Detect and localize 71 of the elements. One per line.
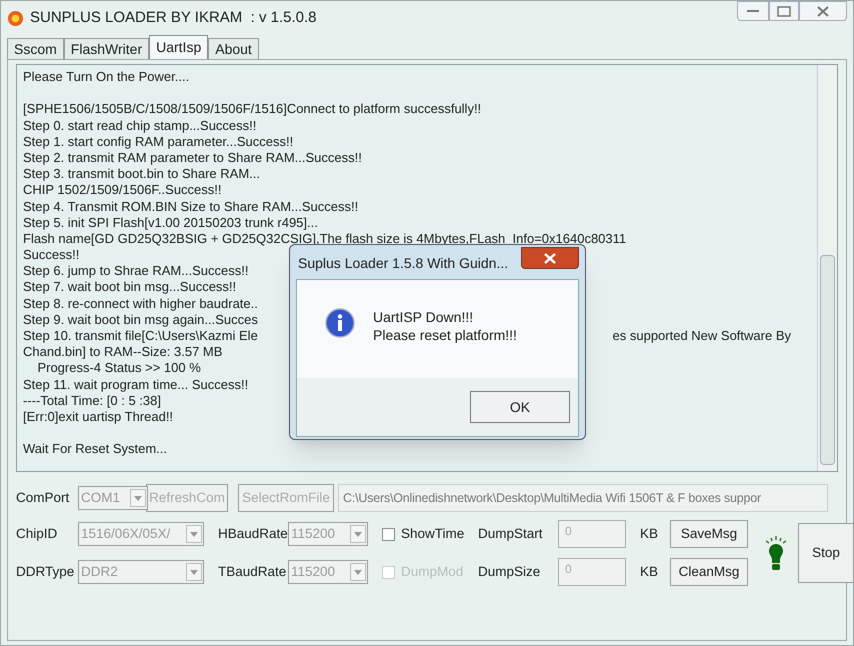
checkbox[interactable] <box>382 528 395 540</box>
log-line: Wait For Reset System... <box>23 441 167 458</box>
stop-button[interactable]: Stop <box>798 523 854 583</box>
log-line: Step 3. transmit boot.bin to Share RAM... <box>23 166 260 182</box>
field-label: TBaudRate <box>218 562 288 581</box>
caret-icon <box>190 570 198 574</box>
log-line: CHIP 1502/1509/1506F..Success!! <box>23 182 222 199</box>
dialog-message: UartISP Down!!! <box>373 308 474 326</box>
log-line: es supported New Software By <box>612 328 792 344</box>
log-line: Step 8. re-connect with higher baudrate.. <box>23 296 258 312</box>
log-line: Step 4. Transmit ROM.BIN Size to Share RAM...Success!! <box>23 198 358 215</box>
tab[interactable]: UartIsp <box>149 35 208 59</box>
log-line: Step 6. jump to Shrae RAM...Success!! <box>23 263 248 280</box>
scrollbar-thumb[interactable] <box>820 255 835 465</box>
clean-button[interactable]: CleanMsg <box>670 558 748 586</box>
log-line: Step 9. wait boot bin msg again...Succes <box>23 312 258 328</box>
field-label: DumpStart <box>478 524 544 543</box>
number-field[interactable]: 0 <box>558 558 626 586</box>
log-line: ----Total Time: [0 : 5 :38] <box>23 392 161 409</box>
light-bulb-icon <box>764 533 788 573</box>
log-line: [SPHE1506/1505B/C/1508/1509/1506F/1516]Connect to platform successfully!! <box>23 101 482 118</box>
unit-label: KB <box>640 524 660 543</box>
minimize-button[interactable] <box>737 1 769 21</box>
maximize-icon <box>777 6 791 16</box>
tab[interactable]: About <box>208 38 259 59</box>
close-icon <box>544 252 556 264</box>
tab[interactable]: FlashWriter <box>64 38 150 59</box>
caret-icon <box>190 532 198 536</box>
dropdown-value: 1516/06X/05X/ <box>81 524 170 543</box>
field-label: HBaudRate <box>218 524 288 543</box>
log-line: Step 1. start config RAM parameter...Success!! <box>23 134 294 150</box>
dropdown-value: 115200 <box>291 562 336 581</box>
window-title: SUNPLUS LOADER BY IKRAM : v 1.5.0.8 <box>30 8 316 28</box>
log-line: Flash name[GD GD25Q32BSIG + GD25Q32CSIG],The flash size is 4Mbytes,FLash_Info=0x1640c80311 <box>23 230 626 248</box>
log-line: Step 7. wait boot bin msg...Success!! <box>23 279 236 296</box>
close-icon <box>817 6 829 16</box>
maximize-button[interactable] <box>769 1 799 21</box>
dropdown-value: DDR2 <box>81 562 118 581</box>
caret-icon <box>134 496 142 500</box>
log-line: Please Turn On the Power.... <box>23 69 190 86</box>
dialog-message: Please reset platform!!! <box>373 326 517 344</box>
minimize-icon <box>747 9 759 13</box>
close-button[interactable] <box>799 1 847 21</box>
caret-icon <box>354 570 362 574</box>
ok-button[interactable]: OK <box>470 391 570 423</box>
number-field[interactable]: 0 <box>558 520 626 548</box>
log-line: Success!! <box>23 247 80 264</box>
log-line: Step 0. start read chip stamp...Success!! <box>23 118 256 134</box>
log-line: [Err:0]exit uartisp Thread!! <box>23 408 174 426</box>
field-label: DumpSize <box>478 562 542 581</box>
log-line: Step 5. init SPI Flash[v1.00 20150203 trunk r495]... <box>23 214 318 231</box>
dropdown-value: COM1 <box>81 488 120 507</box>
log-line: Progress-4 Status >> 100 % <box>36 360 201 377</box>
save-button[interactable]: SaveMsg <box>670 520 748 548</box>
tab[interactable]: Sscom <box>7 38 64 59</box>
dialog-title: Suplus Loader 1.5.8 With Guidn... <box>297 254 508 273</box>
log-line: Step 11. wait program time... Success!! <box>23 376 248 393</box>
log-line: Step 10. transmit file[C:\Users\Kazmi Ele <box>23 328 258 344</box>
field-label: ChipID <box>16 524 58 543</box>
close-button[interactable] <box>521 247 579 269</box>
log-line: Chand.bin] to RAM--Size: 3.57 MB <box>23 344 222 360</box>
dropdown-value: 115200 <box>291 524 336 543</box>
checkbox-label: ShowTime <box>401 524 464 543</box>
field-label: DDRType <box>16 562 76 581</box>
info-icon <box>325 308 355 338</box>
flower-logo-icon <box>7 10 24 26</box>
path-field[interactable]: C:\Users\Onlinedishnetwork\Desktop\MultiMedia Wifi 1506T & F boxes suppor <box>338 484 828 512</box>
caret-icon <box>354 532 362 536</box>
log-line: Step 2. transmit RAM parameter to Share RAM...Success!! <box>23 150 362 166</box>
unit-label: KB <box>640 562 660 581</box>
field-label: ComPort <box>16 488 70 507</box>
